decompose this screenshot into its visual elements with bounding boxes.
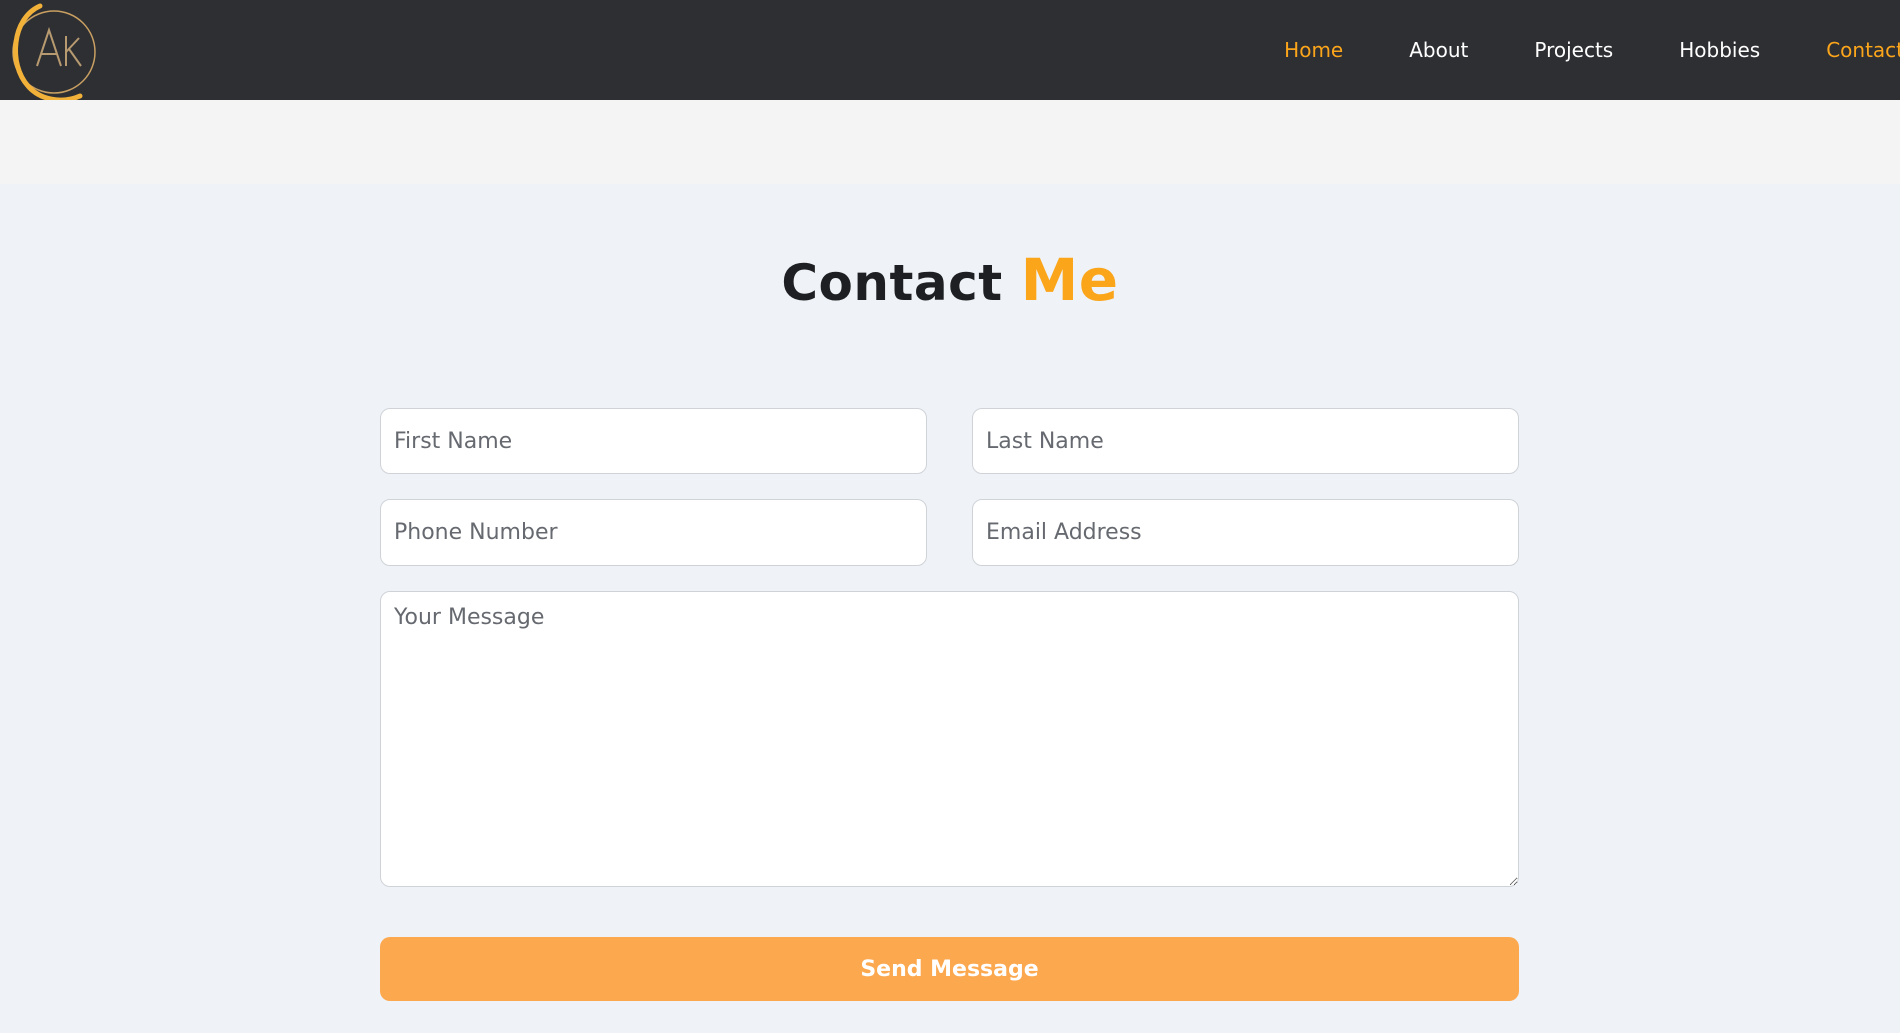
email-address-input[interactable] [972, 499, 1519, 566]
page-title-main: Contact [781, 254, 1003, 312]
nav-projects-link[interactable]: Projects [1534, 38, 1613, 62]
main-nav: Home About Projects Hobbies Contact [1218, 0, 1900, 100]
navbar: Home About Projects Hobbies Contact [0, 0, 1900, 103]
ak-logo-icon[interactable] [6, 0, 102, 106]
first-name-input[interactable] [380, 408, 927, 474]
last-name-input[interactable] [972, 408, 1519, 474]
page-title-accent: Me [1020, 246, 1119, 314]
nav-hobbies-link[interactable]: Hobbies [1679, 38, 1760, 62]
nav-about-link[interactable]: About [1409, 38, 1468, 62]
phone-number-input[interactable] [380, 499, 927, 566]
page-title: Contact Me [0, 246, 1900, 314]
send-message-button[interactable]: Send Message [380, 937, 1519, 1001]
nav-home-link[interactable]: Home [1284, 38, 1343, 62]
message-textarea[interactable] [380, 591, 1519, 887]
header-spacer-band [0, 100, 1900, 184]
nav-contact-link[interactable]: Contact [1826, 38, 1900, 62]
